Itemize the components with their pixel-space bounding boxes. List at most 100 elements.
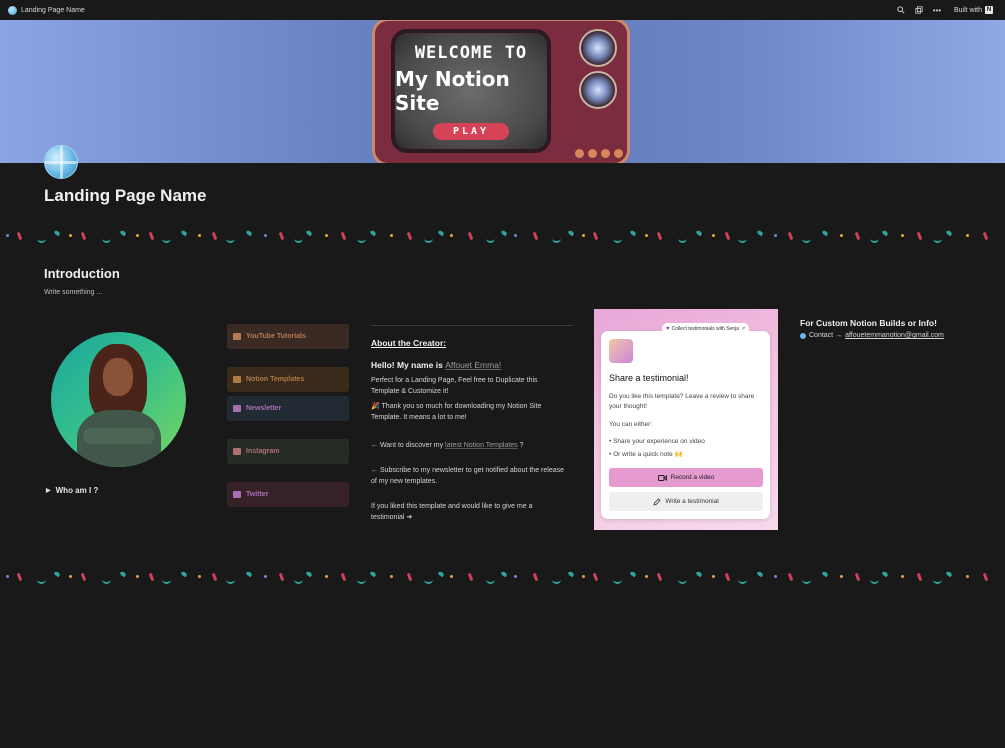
about-paragraph-5: If you liked this template and would lik… [371,503,533,521]
confetti-piece [712,575,715,578]
toggle-triangle-icon: ▶ [46,488,51,494]
notion-logo-icon: N [985,6,993,14]
creator-avatar [51,332,186,467]
confetti-piece [945,570,953,578]
about-paragraph-1: Perfect for a Landing Page, Feel free to… [371,377,538,395]
confetti-piece [870,579,879,584]
built-with-button[interactable]: Built with N [950,4,997,16]
confetti-piece [102,579,111,584]
senja-tag[interactable]: ♥ Collect testimonials with Senja ↗ [662,323,750,334]
top-bar: Landing Page Name ••• Built with N [0,0,1005,20]
twitter-button[interactable]: Twitter [227,482,349,507]
about-heading: About the Creator: [371,338,447,348]
folder-icon [233,376,241,383]
tv-illustration: WELCOME TO My Notion Site PLAY [372,20,630,163]
built-with-label: Built with [953,6,982,14]
confetti-piece [982,231,989,241]
latest-templates-link[interactable]: latest Notion Templates [445,442,518,449]
confetti-piece [53,570,61,578]
confetti-piece [724,231,731,241]
confetti-piece [695,570,703,578]
tv-screen: WELCOME TO My Notion Site PLAY [391,29,551,153]
button-label: YouTube Tutorials [246,333,306,340]
search-icon[interactable] [896,5,906,15]
confetti-piece [305,229,313,237]
confetti-piece [901,234,904,237]
confetti-piece [881,229,889,237]
confetti-piece [821,229,829,237]
duplicate-icon[interactable] [914,5,924,15]
confetti-piece [854,231,861,241]
confetti-piece [966,234,969,237]
topbar-actions: ••• Built with N [896,4,997,16]
cover-welcome-text: WELCOME TO [414,42,528,63]
confetti-piece [69,234,72,237]
confetti-piece [678,238,687,243]
record-video-button[interactable]: Record a video [609,468,763,487]
confetti-piece [514,575,517,578]
confetti-piece [738,238,747,243]
confetti-piece [136,575,139,578]
heart-icon: ♥ [666,325,670,332]
widget-description: Do you like this template? Leave a revie… [609,393,755,410]
contact-email-link[interactable]: affouetemmanotion@gmail.com [845,332,944,339]
confetti-piece [390,234,393,237]
notion-templates-button[interactable]: Notion Templates [227,367,349,392]
confetti-piece [148,231,155,241]
confetti-piece [821,570,829,578]
instagram-button[interactable]: Instagram [227,439,349,464]
confetti-piece [211,231,218,241]
confetti-piece [582,575,585,578]
confetti-piece [552,579,561,584]
confetti-piece [294,238,303,243]
divider [371,325,573,326]
confetti-piece [136,234,139,237]
confetti-piece [148,572,155,582]
confetti-piece [933,238,942,243]
confetti-piece [450,575,453,578]
tv-buttons [575,149,623,158]
confetti-piece [325,234,328,237]
confetti-piece [532,572,539,582]
confetti-piece [119,570,127,578]
confetti-piece [787,572,794,582]
confetti-piece [629,570,637,578]
confetti-piece [119,229,127,237]
creator-name-link[interactable]: Affouet Emma! [445,360,501,370]
confetti-piece [450,234,453,237]
option-text: Share your experience on video [613,438,705,445]
more-icon[interactable]: ••• [932,5,942,15]
confetti-piece [613,579,622,584]
confetti-piece [37,579,46,584]
breadcrumb-title[interactable]: Landing Page Name [21,7,85,14]
confetti-piece [180,570,188,578]
confetti-divider [0,569,1005,593]
confetti-piece [264,575,267,578]
youtube-tutorials-button[interactable]: YouTube Tutorials [227,324,349,349]
confetti-piece [645,234,648,237]
newsletter-button[interactable]: Newsletter [227,396,349,421]
confetti-piece [916,231,923,241]
confetti-piece [802,579,811,584]
confetti-piece [656,231,663,241]
tv-knob-icon [579,29,617,67]
confetti-piece [756,229,764,237]
confetti-piece [916,572,923,582]
who-am-i-toggle[interactable]: ▶ Who am I ? [46,486,98,495]
confetti-piece [406,231,413,241]
confetti-piece [245,570,253,578]
write-testimonial-button[interactable]: Write a testimonial [609,492,763,511]
confetti-piece [369,229,377,237]
confetti-piece [80,572,87,582]
cover-site-text: My Notion Site [395,66,510,115]
intro-heading: Introduction [44,266,120,281]
confetti-piece [712,234,715,237]
globe-page-icon[interactable] [44,145,78,179]
confetti-piece [532,231,539,241]
confetti-piece [656,572,663,582]
confetti-piece [724,572,731,582]
newsletter-icon [233,405,241,412]
confetti-piece [6,575,9,578]
confetti-piece [774,575,777,578]
confetti-piece [6,234,9,237]
